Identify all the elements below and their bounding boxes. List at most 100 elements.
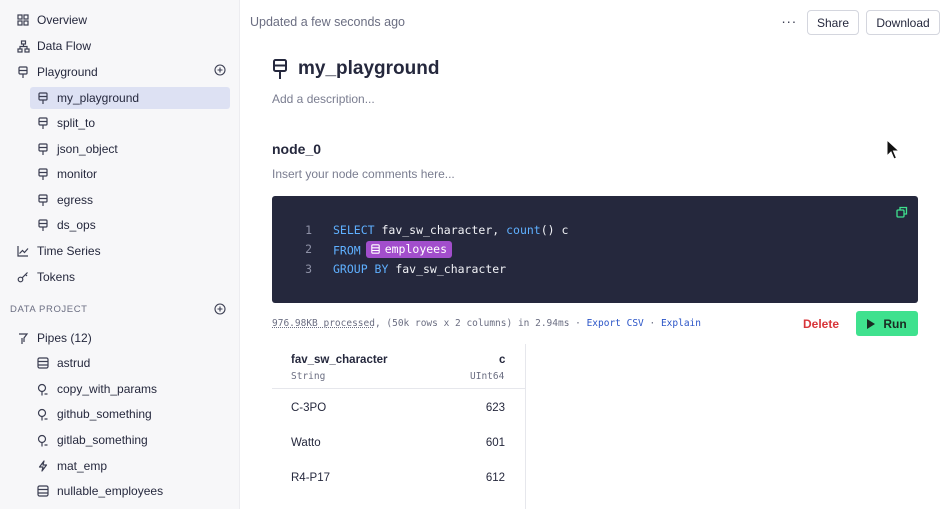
run-button[interactable]: Run xyxy=(856,311,918,336)
stats-separator: · xyxy=(643,318,661,329)
page-title-row: my_playground xyxy=(272,58,439,80)
add-data-project-button[interactable] xyxy=(213,302,227,320)
pipe-icon xyxy=(16,331,30,345)
explain-link[interactable]: Explain xyxy=(661,318,701,329)
sidebar-item-github-something[interactable]: github_something xyxy=(30,403,230,425)
rows-stat: , (50k rows x 2 columns) in 2.94ms · xyxy=(374,318,587,329)
playground-icon xyxy=(36,116,50,130)
column-type: String xyxy=(291,371,326,382)
table-cell: C-3PO xyxy=(291,402,327,414)
sidebar-item-json-object[interactable]: json_object xyxy=(30,138,230,160)
sidebar-item-label: astrud xyxy=(57,356,91,370)
datasource-icon xyxy=(36,356,50,370)
sidebar-item-label: Playground xyxy=(37,65,98,79)
results-table: fav_sw_character String c UInt64 C-3PO 6… xyxy=(272,344,526,509)
cursor-icon xyxy=(886,139,900,160)
flow-icon xyxy=(16,39,30,53)
sidebar-item-split-to[interactable]: split_to xyxy=(30,112,230,134)
pipe-icon xyxy=(36,433,50,447)
sql-text: fav_sw_character, xyxy=(374,223,507,237)
datasource-icon xyxy=(36,484,50,498)
pipe-icon xyxy=(36,407,50,421)
sql-editor[interactable]: 1 SELECT fav_sw_character, count() c 2 F… xyxy=(272,196,918,303)
sidebar-item-label: ds_ops xyxy=(57,218,96,232)
sql-keyword: FROM xyxy=(333,243,361,257)
sidebar-item-label: Time Series xyxy=(37,244,101,258)
sidebar-item-label: mat_emp xyxy=(57,459,108,473)
sidebar-item-egress[interactable]: egress xyxy=(30,189,230,211)
table-cell: 601 xyxy=(485,437,505,449)
page-title[interactable]: my_playground xyxy=(298,58,439,80)
sidebar-item-label: json_object xyxy=(57,142,118,156)
more-options-button[interactable]: ··· xyxy=(780,13,798,31)
code-line: 3 GROUP BY fav_sw_character xyxy=(272,260,506,278)
code-line: 2 FROM employees xyxy=(272,240,453,258)
sidebar: Overview Data Flow Playground my_playgro… xyxy=(0,0,240,509)
sidebar-item-label: Tokens xyxy=(37,270,76,284)
code-text: SELECT fav_sw_character, count() c xyxy=(333,223,568,237)
share-button[interactable]: Share xyxy=(807,10,859,35)
add-playground-button[interactable] xyxy=(213,63,227,81)
code-text: GROUP BY fav_sw_character xyxy=(333,262,506,276)
code-line: 1 SELECT fav_sw_character, count() c xyxy=(272,221,568,239)
plus-circle-icon xyxy=(214,63,226,81)
chart-icon xyxy=(16,244,30,258)
column-header[interactable]: c xyxy=(499,354,505,366)
table-cell: Watto xyxy=(291,437,321,449)
bolt-icon xyxy=(36,459,50,473)
sidebar-item-my-playground[interactable]: my_playground xyxy=(30,87,230,109)
sidebar-item-nullable-employees[interactable]: nullable_employees xyxy=(30,480,230,502)
table-cell: 612 xyxy=(485,472,505,484)
copy-icon[interactable] xyxy=(896,205,908,218)
sidebar-item-label: gitlab_something xyxy=(57,433,148,447)
column-header[interactable]: fav_sw_character xyxy=(291,354,388,366)
playground-icon xyxy=(36,142,50,156)
sidebar-item-label: Data Flow xyxy=(37,39,92,53)
key-icon xyxy=(16,270,30,284)
datasource-icon xyxy=(370,244,380,254)
sidebar-item-pipes[interactable]: Pipes (12) xyxy=(8,327,232,349)
section-label-data-project: DATA PROJECT xyxy=(10,304,88,315)
description-input[interactable]: Add a description... xyxy=(272,92,375,106)
sidebar-item-mat-emp[interactable]: mat_emp xyxy=(30,455,230,477)
pipe-icon xyxy=(36,382,50,396)
plus-circle-icon xyxy=(214,302,226,320)
updated-status: Updated a few seconds ago xyxy=(250,15,405,29)
header-divider xyxy=(272,388,526,389)
sidebar-item-gitlab-something[interactable]: gitlab_something xyxy=(30,429,230,451)
export-csv-link[interactable]: Export CSV xyxy=(587,318,644,329)
playground-icon xyxy=(36,218,50,232)
playground-icon xyxy=(16,65,30,79)
node-comment-input[interactable]: Insert your node comments here... xyxy=(272,167,455,181)
table-reference-chip[interactable]: employees xyxy=(365,240,453,258)
sidebar-item-label: split_to xyxy=(57,116,96,130)
sidebar-item-monitor[interactable]: monitor xyxy=(30,163,230,185)
sidebar-item-copy-with-params[interactable]: copy_with_params xyxy=(30,378,230,400)
playground-icon xyxy=(36,91,50,105)
delete-button[interactable]: Delete xyxy=(803,317,839,331)
query-stats: 976.98KB processed, (50k rows x 2 column… xyxy=(272,318,701,329)
sidebar-item-label: copy_with_params xyxy=(57,382,158,396)
sidebar-item-label: Overview xyxy=(37,13,88,27)
sidebar-item-time-series[interactable]: Time Series xyxy=(8,240,232,262)
sidebar-item-label: monitor xyxy=(57,167,98,181)
sidebar-item-astrud[interactable]: astrud xyxy=(30,352,230,374)
sidebar-item-label: nullable_employees xyxy=(57,484,164,498)
playground-icon xyxy=(36,167,50,181)
sidebar-item-data-flow[interactable]: Data Flow xyxy=(8,35,232,57)
sidebar-item-ds-ops[interactable]: ds_ops xyxy=(30,214,230,236)
processed-stat: 976.98KB processed xyxy=(272,318,375,329)
download-button[interactable]: Download xyxy=(866,10,940,35)
sidebar-item-overview[interactable]: Overview xyxy=(8,9,232,31)
sidebar-item-playground[interactable]: Playground xyxy=(8,61,232,83)
sidebar-item-label: egress xyxy=(57,193,94,207)
sql-text: fav_sw_character xyxy=(388,262,507,276)
sql-keyword: SELECT xyxy=(333,223,375,237)
sidebar-item-label: github_something xyxy=(57,407,152,421)
sidebar-item-tokens[interactable]: Tokens xyxy=(8,266,232,288)
sidebar-item-label: my_playground xyxy=(57,91,140,105)
code-text: FROM employees xyxy=(333,240,453,258)
node-name[interactable]: node_0 xyxy=(272,141,321,157)
table-cell: 623 xyxy=(485,402,505,414)
sql-text: () c xyxy=(540,223,569,237)
